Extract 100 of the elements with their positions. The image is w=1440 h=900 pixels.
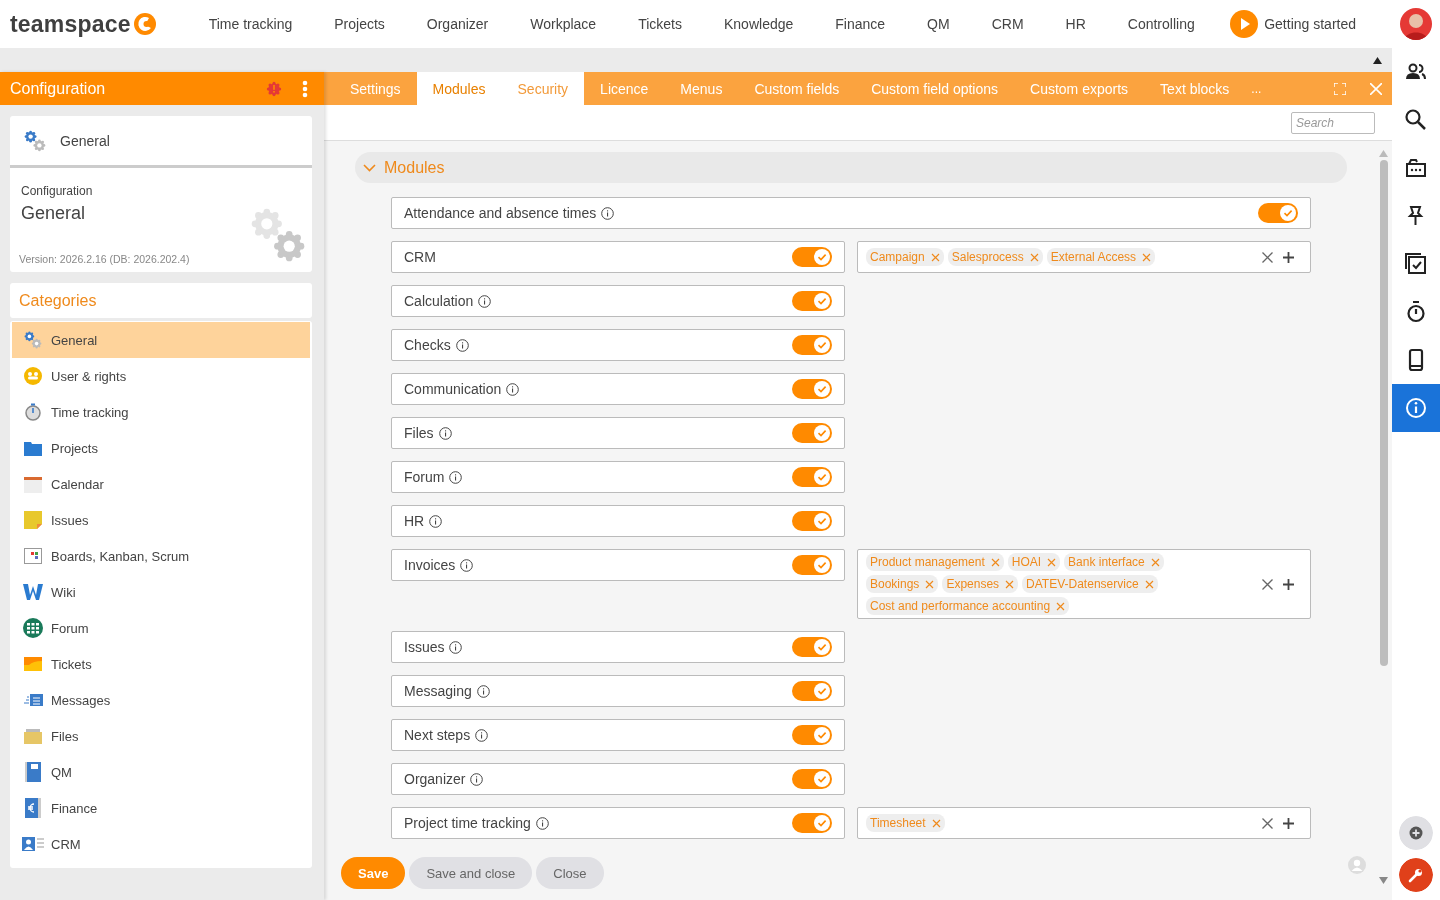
remove-icon[interactable] (1144, 579, 1154, 589)
remove-icon[interactable] (1029, 252, 1039, 262)
module-label: Attendance and absence times (404, 205, 597, 221)
toggle-switch[interactable] (792, 555, 832, 575)
scroll-up-icon[interactable] (1373, 56, 1382, 64)
nav-link[interactable]: Tickets (617, 16, 703, 32)
user-icon[interactable] (1348, 856, 1366, 874)
info-icon[interactable] (438, 426, 452, 440)
add-icon[interactable] (1283, 251, 1294, 263)
remove-icon[interactable] (1056, 601, 1066, 611)
category-item[interactable]: Time tracking (12, 394, 310, 430)
category-item[interactable]: Projects (12, 430, 310, 466)
globe-icon (23, 618, 43, 638)
more-options-icon[interactable] (302, 79, 308, 98)
toggle-switch[interactable] (792, 335, 832, 355)
check-icon (814, 469, 830, 485)
nav-link[interactable]: Projects (313, 16, 406, 32)
nav-link[interactable]: Time tracking (187, 16, 314, 32)
category-item[interactable]: Finance (12, 790, 310, 826)
scrollbar-thumb[interactable] (1379, 160, 1388, 666)
play-icon[interactable] (1230, 10, 1259, 38)
toggle-switch[interactable] (792, 247, 832, 267)
info-icon[interactable] (475, 728, 489, 742)
toggle-switch[interactable] (792, 467, 832, 487)
category-item[interactable]: Files (12, 718, 310, 754)
scroll-down-icon[interactable] (1379, 877, 1388, 884)
nav-link[interactable]: Finance (814, 16, 907, 32)
category-item[interactable]: Calendar (12, 466, 310, 502)
inbox-icon (1404, 156, 1428, 180)
category-item[interactable]: User & rights (12, 358, 310, 394)
add-icon[interactable] (1283, 578, 1294, 590)
check-icon (814, 683, 830, 699)
category-item[interactable]: Boards, Kanban, Scrum (12, 538, 310, 574)
toggle-switch[interactable] (792, 769, 832, 789)
tag-chip: Salesprocess (947, 248, 1043, 266)
info-button[interactable] (1392, 384, 1440, 432)
remove-icon[interactable] (1005, 579, 1015, 589)
clear-icon[interactable] (1262, 817, 1273, 829)
toggle-switch[interactable] (792, 813, 832, 833)
close-icon[interactable] (1370, 82, 1382, 95)
toggle-switch[interactable] (792, 725, 832, 745)
getting-started-link[interactable]: Getting started (1264, 16, 1356, 32)
category-item[interactable]: Issues (12, 502, 310, 538)
remove-icon[interactable] (1142, 252, 1152, 262)
info-icon[interactable] (601, 206, 615, 220)
category-item[interactable]: Wiki (12, 574, 310, 610)
info-icon[interactable] (460, 558, 474, 572)
info-icon[interactable] (455, 338, 469, 352)
clear-icon[interactable] (1262, 578, 1273, 590)
nav-link[interactable]: CRM (970, 16, 1045, 32)
fullscreen-icon[interactable] (1334, 82, 1346, 95)
people-icon (24, 367, 42, 385)
clear-icon[interactable] (1262, 251, 1273, 263)
toggle-switch[interactable] (792, 379, 832, 399)
action-button[interactable]: Save and close (409, 857, 533, 889)
remove-icon[interactable] (1047, 557, 1057, 567)
add-icon[interactable] (1283, 817, 1294, 829)
info-icon[interactable] (429, 514, 443, 528)
user-avatar[interactable] (1400, 8, 1432, 40)
category-item[interactable]: Tickets (12, 646, 310, 682)
category-item[interactable]: Forum (12, 610, 310, 646)
toggle-switch[interactable] (792, 511, 832, 531)
remove-icon[interactable] (1150, 557, 1160, 567)
info-icon[interactable] (478, 294, 492, 308)
add-button[interactable] (1399, 816, 1433, 850)
nav-link[interactable]: Knowledge (703, 16, 815, 32)
category-item[interactable]: General (12, 322, 310, 358)
remove-icon[interactable] (990, 557, 1000, 567)
info-icon[interactable] (506, 382, 520, 396)
info-icon[interactable] (470, 772, 484, 786)
remove-icon[interactable] (931, 818, 941, 828)
nav-link[interactable]: QM (906, 16, 971, 32)
nav-link[interactable]: HR (1044, 16, 1107, 32)
info-icon[interactable] (449, 470, 463, 484)
module-label: CRM (404, 249, 436, 265)
category-item[interactable]: Messages (12, 682, 310, 718)
remove-icon[interactable] (930, 252, 940, 262)
info-icon[interactable] (476, 684, 490, 698)
category-item[interactable]: QM (12, 754, 310, 790)
remove-icon[interactable] (925, 579, 935, 589)
nav-link[interactable]: Workplace (509, 16, 618, 32)
calendar-check-icon (1404, 252, 1428, 276)
nav-link[interactable]: Controlling (1106, 16, 1216, 32)
info-icon[interactable] (449, 640, 463, 654)
toggle-switch[interactable] (792, 291, 832, 311)
gear-alert-icon[interactable] (266, 80, 282, 97)
toggle-switch[interactable] (1258, 203, 1298, 223)
category-item[interactable]: CRM (12, 826, 310, 862)
nav-link[interactable]: Organizer (405, 16, 510, 32)
gears-drawing (250, 207, 306, 263)
info-icon[interactable] (535, 816, 549, 830)
chevron-icon[interactable] (363, 163, 376, 172)
toggle-switch[interactable] (792, 423, 832, 443)
toggle-switch[interactable] (792, 637, 832, 657)
check-icon (814, 249, 830, 265)
wrench-button[interactable] (1399, 858, 1433, 892)
action-button[interactable]: Close (536, 857, 604, 889)
toggle-switch[interactable] (792, 681, 832, 701)
messages-icon (23, 693, 43, 707)
search-field[interactable]: Search (1291, 111, 1375, 134)
